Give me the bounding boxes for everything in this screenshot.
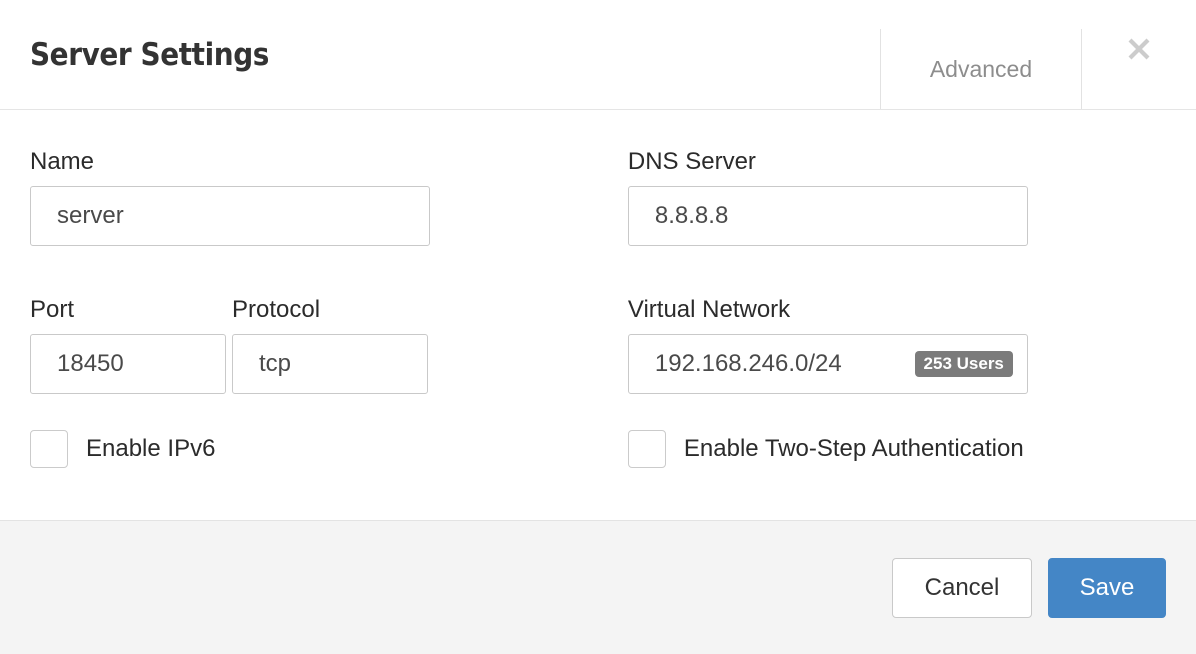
dialog-header: Server Settings Advanced (0, 0, 1196, 110)
field-name: Name server (30, 150, 628, 246)
dns-server-input[interactable]: 8.8.8.8 (627, 186, 1028, 246)
form-column-left: Name server Port Protocol 18450 tcp Enab… (30, 150, 628, 468)
field-dns-server: DNS Server 8.8.8.8 (627, 148, 1166, 246)
dns-server-input-value: 8.8.8.8 (654, 202, 729, 229)
form-column-right: DNS Server 8.8.8.8 Virtual Network 192.1… (627, 148, 1166, 468)
checkbox-label-enable-two-step-authentication[interactable]: Enable Two-Step Authentication (684, 435, 1024, 463)
save-button[interactable]: Save (1048, 557, 1166, 618)
field-port-protocol: Port Protocol 18450 tcp (30, 298, 628, 394)
status-badge: 253 Users (914, 351, 1013, 377)
dialog-body: Name server Port Protocol 18450 tcp Enab… (0, 110, 1196, 520)
server-settings-dialog: Server Settings Advanced Name server Por… (0, 0, 1196, 654)
checkbox-row-ipv6[interactable]: Enable IPv6 (30, 430, 628, 468)
checkbox-enable-two-step-authentication[interactable] (627, 430, 666, 468)
tab-advanced[interactable]: Advanced (880, 29, 1082, 109)
field-label-protocol: Protocol (232, 296, 321, 323)
close-icon[interactable] (1119, 29, 1159, 69)
field-label-name: Name (30, 148, 95, 175)
protocol-input[interactable]: tcp (232, 334, 428, 394)
name-input[interactable]: server (30, 186, 430, 246)
close-button-zone (1082, 0, 1196, 109)
protocol-input-value: tcp (259, 350, 292, 377)
checkbox-label-enable-ipv6[interactable]: Enable IPv6 (86, 435, 215, 463)
field-label-virtual-network: Virtual Network (627, 296, 791, 323)
checkbox-row-two-step[interactable]: Enable Two-Step Authentication (627, 430, 1166, 468)
port-input-value: 18450 (57, 350, 124, 377)
field-label-port: Port (30, 296, 75, 323)
form-grid: Name server Port Protocol 18450 tcp Enab… (30, 150, 1166, 468)
port-input[interactable]: 18450 (30, 334, 226, 394)
page-title: Server Settings (30, 36, 269, 73)
virtual-network-input-value: 192.168.246.0/24 (654, 350, 842, 377)
virtual-network-input[interactable]: 192.168.246.0/24 253 Users (627, 334, 1028, 394)
checkbox-enable-ipv6[interactable] (30, 430, 68, 468)
dialog-footer: Cancel Save (0, 520, 1196, 654)
name-input-value: server (57, 202, 124, 229)
dialog-title-zone: Server Settings (0, 0, 880, 109)
cancel-button[interactable]: Cancel (892, 557, 1032, 618)
field-label-dns-server: DNS Server (627, 148, 756, 175)
field-virtual-network: Virtual Network 192.168.246.0/24 253 Use… (627, 296, 1166, 394)
